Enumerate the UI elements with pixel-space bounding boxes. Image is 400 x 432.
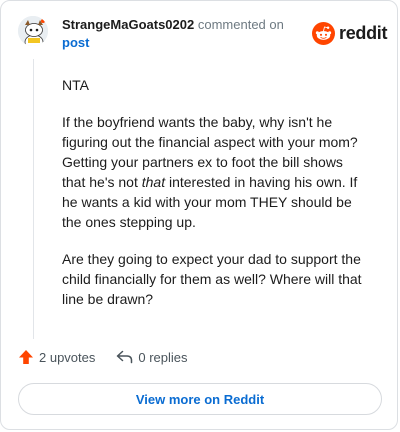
reply-count: 0 replies [138, 349, 188, 365]
upvote-count: 2 upvotes [39, 349, 96, 365]
paragraph-2-emphasis: that [141, 174, 166, 190]
reddit-wordmark: reddit [339, 23, 388, 43]
post-link[interactable]: post [62, 34, 302, 52]
embedded-comment-card: StrangeMaGoats0202 commented on post red… [0, 0, 398, 430]
action-text: commented on [197, 17, 284, 32]
comment-paragraph-2: If the boyfriend wants the baby, why isn… [62, 112, 362, 232]
comment-paragraph-1: NTA [62, 77, 89, 93]
upvote-arrow-icon [19, 350, 33, 364]
comment-actions: 2 upvotes 0 replies [18, 349, 188, 365]
comment-header: StrangeMaGoats0202 commented on post [62, 16, 302, 52]
username-link[interactable]: StrangeMaGoats0202 [62, 17, 194, 32]
comment-paragraph-3: Are they going to expect your dad to sup… [62, 251, 362, 307]
reddit-brand[interactable]: reddit [312, 22, 388, 45]
reply-arrow-icon [117, 350, 133, 364]
view-more-button[interactable]: View more on Reddit [18, 383, 382, 415]
reddit-snoo-icon [312, 22, 335, 45]
comment-body: NTA If the boyfriend wants the baby, why… [62, 75, 362, 326]
thread-line [33, 59, 34, 339]
snoo-avatar-icon [18, 16, 48, 46]
reply-button[interactable]: 0 replies [116, 349, 188, 365]
user-avatar[interactable] [18, 16, 48, 46]
upvote-button[interactable]: 2 upvotes [18, 349, 95, 365]
